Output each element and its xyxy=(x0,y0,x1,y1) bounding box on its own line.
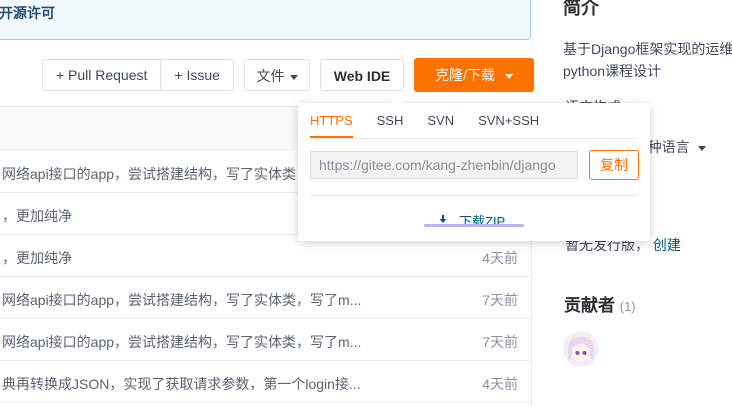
intro-text: 基于Django框架实现的运维python课程设计 xyxy=(563,41,732,79)
chevron-down-icon xyxy=(289,74,298,80)
tab-svn[interactable]: SVN xyxy=(427,113,454,138)
commit-time: 7天前 xyxy=(482,334,518,350)
clone-url-input[interactable]: https://gitee.com/kang-zhenbin/django xyxy=(310,151,578,179)
commit-message[interactable]: ，更加纯净 xyxy=(2,248,72,268)
table-row[interactable]: 网络api接口的app，尝试搭建结构，写了实体类，写了m... 7天前 xyxy=(0,319,532,361)
contributors-count: (1) xyxy=(619,299,636,314)
issue-button[interactable]: + Issue xyxy=(161,60,233,90)
table-row[interactable]: ，更加纯净 4天前 xyxy=(0,235,532,277)
commit-message[interactable]: 网络api接口的app，尝试搭建结构，写了实体类，写了m... xyxy=(2,332,361,352)
avatar-image xyxy=(563,331,599,367)
table-row[interactable]: 网络api接口的app，尝试搭建结构，写了实体类，写了m... 7天前 xyxy=(0,277,532,319)
intro-title: 简介 xyxy=(563,0,599,18)
divider xyxy=(310,138,637,139)
commit-message[interactable]: 典再转换成JSON，实现了获取请求参数，第一个login接... xyxy=(2,374,361,394)
pull-request-button[interactable]: + Pull Request xyxy=(43,60,162,90)
chevron-down-icon xyxy=(698,145,707,151)
commit-time: 4天前 xyxy=(482,376,518,392)
release-create-link[interactable]: 创建 xyxy=(653,237,681,253)
license-banner: 开源许可 xyxy=(0,0,531,40)
clone-button-label: 克隆/下载 xyxy=(435,67,495,83)
download-zip-label: 下载ZIP xyxy=(459,214,506,229)
commit-message[interactable]: ，更加纯净 xyxy=(2,206,72,226)
table-row[interactable]: 典再转换成JSON，实现了获取请求参数，第一个login接... 4天前 xyxy=(0,361,532,403)
hover-underline xyxy=(424,224,524,227)
action-button-group: + Pull Request + Issue xyxy=(42,59,234,91)
file-dropdown-button[interactable]: 文件 xyxy=(244,59,310,91)
clone-dropdown-panel: HTTPS SSH SVN SVN+SSH https://gitee.com/… xyxy=(298,97,650,241)
commit-time: 7天前 xyxy=(482,292,518,308)
download-zip-link[interactable]: 下载ZIP xyxy=(436,211,505,230)
web-ide-button[interactable]: Web IDE xyxy=(320,59,404,91)
tab-svn-ssh[interactable]: SVN+SSH xyxy=(478,113,539,138)
protocol-tabs: HTTPS SSH SVN SVN+SSH xyxy=(310,113,563,138)
popup-arrow xyxy=(391,97,403,103)
avatar[interactable] xyxy=(563,331,599,367)
divider xyxy=(310,195,637,196)
copy-button[interactable]: 复制 xyxy=(589,150,639,180)
chevron-down-icon xyxy=(504,73,513,79)
file-button-label: 文件 xyxy=(256,68,285,84)
contributors-title: 贡献者 (1) xyxy=(564,291,636,316)
tab-https[interactable]: HTTPS xyxy=(310,113,353,138)
license-text[interactable]: 开源许可 xyxy=(0,3,55,23)
tab-ssh[interactable]: SSH xyxy=(377,113,404,138)
clone-download-button[interactable]: 克隆/下载 xyxy=(414,58,534,92)
commit-time: 4天前 xyxy=(482,250,518,266)
commit-message[interactable]: 网络api接口的app，尝试搭建结构，写了实体类，写了m... xyxy=(2,290,361,310)
contributors-title-text: 贡献者 xyxy=(564,296,615,315)
